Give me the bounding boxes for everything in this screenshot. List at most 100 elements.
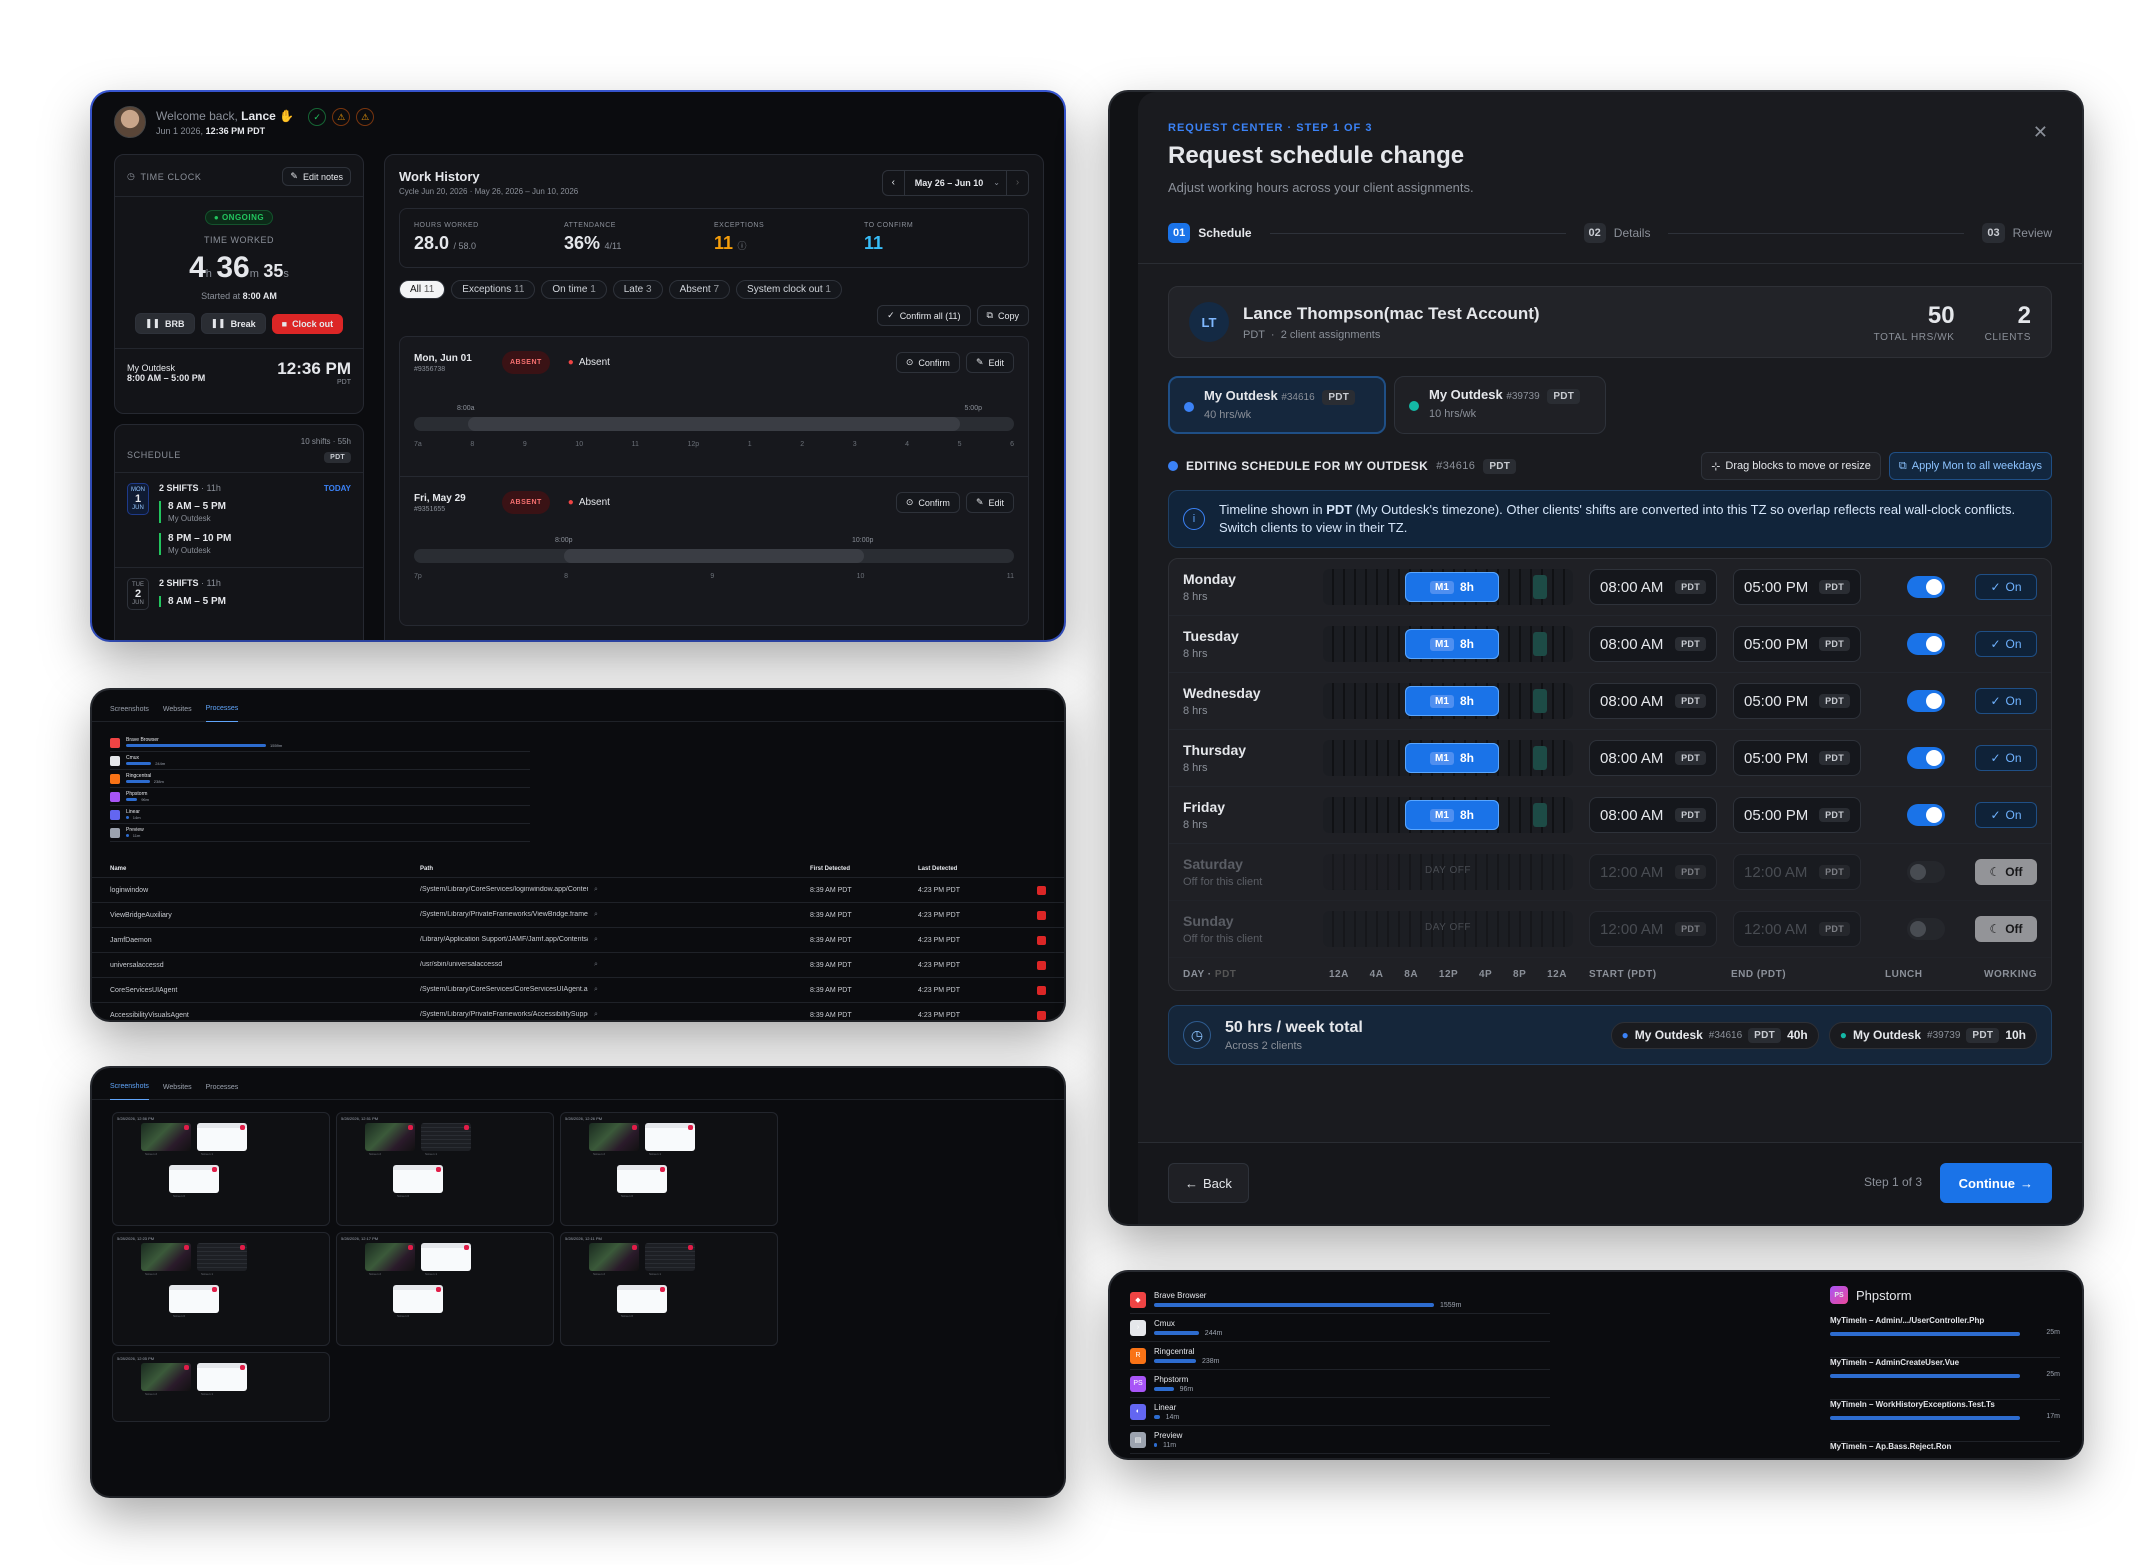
col-first-detected[interactable]: First Detected — [810, 866, 918, 872]
end-time-input[interactable]: 12:00 AM PDT — [1733, 854, 1861, 890]
screenshot-thumbnail[interactable] — [169, 1285, 219, 1313]
exception-entry[interactable]: Mon, Jun 01 #9356738 ABSENT ● Absent ⊙ Conf… — [400, 337, 1028, 477]
delete-icon[interactable] — [1037, 885, 1046, 895]
filter-chip[interactable]: All 11 — [399, 280, 446, 299]
start-time-input[interactable]: 08:00 AM PDT — [1589, 797, 1717, 833]
link-icon[interactable]: ⌕ — [594, 961, 598, 969]
tab-processes[interactable]: Processes — [206, 1084, 239, 1100]
delete-icon[interactable] — [240, 1245, 245, 1250]
shift-block[interactable]: M1 8h — [1405, 572, 1499, 602]
app-usage-item[interactable]: Cmux 244m — [110, 752, 530, 770]
screenshot-card[interactable]: 5/28/2026, 12:05 PM Screen 2 Screen 1 — [112, 1352, 330, 1422]
screenshot-card[interactable]: 5/28/2026, 12:23 PM Screen 2 Screen 1 Scree… — [112, 1232, 330, 1346]
delete-icon[interactable] — [240, 1125, 245, 1130]
screenshot-thumbnail[interactable] — [589, 1243, 639, 1271]
day-timeline[interactable]: M1 8h — [1323, 797, 1573, 833]
end-time-input[interactable]: 05:00 PM PDT — [1733, 683, 1861, 719]
tab-screenshots[interactable]: Screenshots — [110, 1083, 149, 1100]
link-icon[interactable]: ⌕ — [594, 886, 598, 894]
start-time-input[interactable]: 08:00 AM PDT — [1589, 569, 1717, 605]
day-timeline[interactable]: DAY OFF — [1323, 911, 1573, 947]
table-row[interactable]: CoreServicesUIAgent/System/Library/CoreS… — [92, 978, 1064, 1003]
screenshot-thumbnail[interactable] — [617, 1285, 667, 1313]
delete-icon[interactable] — [436, 1287, 441, 1292]
day-timeline[interactable]: M1 8h — [1323, 626, 1573, 662]
delete-icon[interactable] — [184, 1365, 189, 1370]
screenshot-thumbnail[interactable] — [169, 1165, 219, 1193]
col-path[interactable]: Path — [420, 866, 810, 872]
warning-icon[interactable]: ⚠ — [332, 108, 351, 126]
start-time-input[interactable]: 08:00 AM PDT — [1589, 740, 1717, 776]
delete-icon[interactable] — [212, 1167, 217, 1172]
table-row[interactable]: universalaccessd/usr/sbin/universalacces… — [92, 953, 1064, 978]
end-time-input[interactable]: 05:00 PM PDT — [1733, 569, 1861, 605]
client-tab-39739[interactable]: My Outdesk #39739 PDT 10 hrs/wk — [1394, 376, 1606, 434]
exception-entry[interactable]: Fri, May 29 #9351655 ABSENT ● Absent ⊙ Conf… — [400, 477, 1028, 625]
table-row[interactable]: loginwindow/System/Library/CoreServices/… — [92, 878, 1064, 903]
working-toggle[interactable]: ✓ On — [1975, 631, 2037, 657]
close-icon[interactable]: ✕ — [2033, 122, 2048, 143]
start-time-input[interactable]: 12:00 AM PDT — [1589, 854, 1717, 890]
col-name[interactable]: Name — [110, 866, 420, 872]
screenshot-card[interactable]: 5/28/2026, 12:26 PM Screen 2 Screen 1 Scree… — [560, 1112, 778, 1226]
screenshot-thumbnail[interactable] — [393, 1165, 443, 1193]
continue-button[interactable]: Continue → — [1939, 1163, 2052, 1203]
delete-icon[interactable] — [184, 1245, 189, 1250]
app-usage-item[interactable]: PS Phpstorm 96m — [1130, 1370, 1550, 1398]
day-timeline[interactable]: M1 8h — [1323, 569, 1573, 605]
app-usage-item[interactable]: Phpstorm 96m — [110, 788, 530, 806]
delete-icon[interactable] — [1037, 1010, 1046, 1020]
confirm-all-button[interactable]: ✓ Confirm all (11) — [877, 305, 971, 326]
delete-icon[interactable] — [1037, 935, 1046, 945]
filter-chip[interactable]: Absent 7 — [668, 280, 731, 299]
working-toggle[interactable]: ✓ On — [1975, 688, 2037, 714]
link-icon[interactable]: ⌕ — [594, 911, 598, 919]
tab-websites[interactable]: Websites — [163, 706, 192, 722]
client-tab-34616[interactable]: My Outdesk #34616 PDT 40 hrs/wk — [1168, 376, 1386, 434]
file-usage-item[interactable]: MyTimeIn – WorkHistoryExceptions.Test.Ts… — [1830, 1400, 2060, 1442]
screenshot-card[interactable]: 5/28/2026, 12:11 PM Screen 2 Screen 1 Scree… — [560, 1232, 778, 1346]
day-timeline[interactable]: M1 8h — [1323, 740, 1573, 776]
shift-item[interactable]: 8 AM – 5 PM My Outdesk — [159, 501, 351, 523]
table-row[interactable]: JamfDaemon/Library/Application Support/J… — [92, 928, 1064, 953]
shift-block[interactable]: M1 8h — [1405, 743, 1499, 773]
day-timeline[interactable]: DAY OFF — [1323, 854, 1573, 890]
lunch-toggle[interactable] — [1907, 690, 1945, 712]
screenshot-thumbnail[interactable] — [141, 1243, 191, 1271]
tab-websites[interactable]: Websites — [163, 1084, 192, 1100]
lunch-toggle[interactable] — [1907, 918, 1945, 940]
app-usage-item[interactable]: Brave Browser 1559m — [110, 734, 530, 752]
shift-block[interactable]: M1 8h — [1405, 686, 1499, 716]
col-last-detected[interactable]: Last Detected — [918, 866, 1018, 872]
file-usage-item[interactable]: MyTimeIn – Admin/.../UserController.Php 2… — [1830, 1316, 2060, 1358]
link-icon[interactable]: ⌕ — [594, 936, 598, 944]
chevron-left-icon[interactable]: ‹ — [883, 170, 905, 195]
working-toggle[interactable]: ✓ On — [1975, 574, 2037, 600]
scheduled-shift-bar[interactable] — [564, 549, 864, 563]
lunch-toggle[interactable] — [1907, 633, 1945, 655]
app-usage-item[interactable]: ◆ Brave Browser 1559m — [1130, 1286, 1550, 1314]
delete-icon[interactable] — [464, 1125, 469, 1130]
screenshot-thumbnail[interactable] — [141, 1363, 191, 1391]
lunch-toggle[interactable] — [1907, 804, 1945, 826]
confirm-button[interactable]: ⊙ Confirm — [895, 352, 960, 373]
date-range-label[interactable]: May 26 – Jun 10 — [905, 178, 994, 188]
shift-block[interactable]: M1 8h — [1405, 629, 1499, 659]
delete-icon[interactable] — [240, 1365, 245, 1370]
screenshot-thumbnail[interactable] — [197, 1363, 247, 1391]
delete-icon[interactable] — [632, 1125, 637, 1130]
screenshot-thumbnail[interactable] — [197, 1243, 247, 1271]
step-01[interactable]: 01 Schedule — [1168, 223, 1252, 243]
screenshot-thumbnail[interactable] — [645, 1123, 695, 1151]
avatar[interactable] — [114, 106, 146, 138]
lunch-toggle[interactable] — [1907, 861, 1945, 883]
app-usage-item[interactable]: Preview 11m — [110, 824, 530, 842]
table-row[interactable]: ViewBridgeAuxiliary/System/Library/Priva… — [92, 903, 1064, 928]
screenshot-thumbnail[interactable] — [365, 1123, 415, 1151]
screenshot-card[interactable]: 5/28/2026, 12:17 PM Screen 2 Screen 1 Scree… — [336, 1232, 554, 1346]
break-button[interactable]: ❚❚ Break — [200, 313, 266, 334]
link-icon[interactable]: ⌕ — [594, 986, 598, 994]
screenshot-thumbnail[interactable] — [365, 1243, 415, 1271]
delete-icon[interactable] — [632, 1245, 637, 1250]
step-02[interactable]: 02 Details — [1583, 223, 1650, 243]
